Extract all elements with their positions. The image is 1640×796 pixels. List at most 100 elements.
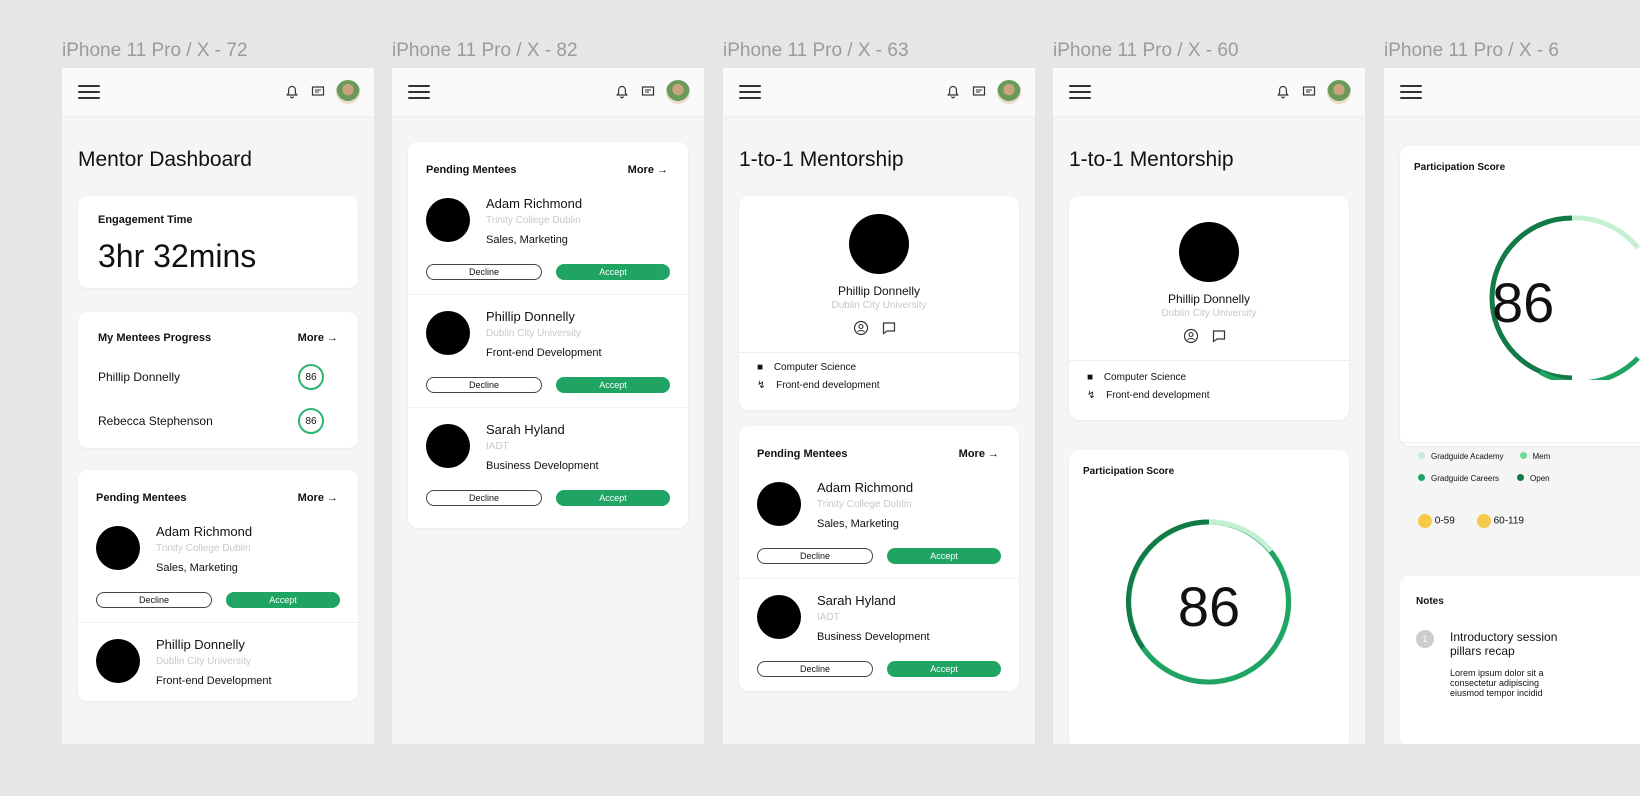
- avatar: [757, 482, 801, 526]
- pin-icon: ↯: [1087, 390, 1096, 401]
- more-link[interactable]: More →: [298, 492, 338, 504]
- progress-title: My Mentees Progress: [98, 332, 212, 344]
- message-icon[interactable]: [1301, 84, 1317, 100]
- decline-button[interactable]: Decline: [96, 592, 212, 608]
- participation-card: Participation Score 86: [1400, 146, 1640, 446]
- mentee-school: Trinity College Dublin: [817, 499, 912, 510]
- profile-card: Phillip Donnelly Dublin City University …: [739, 196, 1019, 410]
- emoji-face-icon: [1476, 514, 1491, 528]
- message-icon[interactable]: [310, 84, 326, 100]
- mentee-name: Phillip Donnelly: [156, 637, 245, 652]
- avatar: [426, 198, 470, 242]
- accept-button[interactable]: Accept: [887, 661, 1001, 677]
- pending-mentees-card: Pending Mentees More → Adam Richmond Tri…: [739, 426, 1019, 691]
- bell-icon[interactable]: [614, 84, 630, 100]
- participation-title: Participation Score: [1414, 162, 1506, 173]
- bell-icon[interactable]: [284, 84, 300, 100]
- interest-label: Front-end development: [1106, 390, 1210, 401]
- note-body: Lorem ipsum dolor sit a: [1450, 668, 1544, 678]
- mentee-field: Sales, Marketing: [486, 234, 568, 246]
- mentees-progress-card: My Mentees Progress More → Phillip Donne…: [78, 312, 358, 448]
- message-icon[interactable]: [971, 84, 987, 100]
- more-link[interactable]: More →: [298, 332, 338, 344]
- engagement-card: Engagement Time 3hr 32mins: [78, 196, 358, 288]
- emoji-face-icon: [1418, 514, 1432, 528]
- menu-icon[interactable]: [408, 85, 430, 99]
- pending-mentees-card: Pending Mentees More → Adam Richmond Tri…: [408, 142, 688, 528]
- frame-title: iPhone 11 Pro / X - 72: [62, 40, 248, 61]
- mentee-name: Rebecca Stephenson: [98, 414, 213, 428]
- mentee-field: Business Development: [486, 460, 599, 472]
- note-title[interactable]: pillars recap: [1450, 644, 1515, 658]
- bell-icon[interactable]: [945, 84, 961, 100]
- score-ranges: 0-59 60-119: [1418, 514, 1524, 528]
- participation-title: Participation Score: [1083, 466, 1175, 477]
- decline-button[interactable]: Decline: [757, 661, 873, 677]
- avatar: [757, 595, 801, 639]
- pin-icon: ↯: [757, 380, 766, 391]
- list-item[interactable]: Phillip Donnelly 86: [98, 364, 324, 390]
- avatar: [849, 214, 909, 274]
- course-row: ■ Computer Science: [1087, 372, 1186, 383]
- phone-frame: Mentor Dashboard Engagement Time 3hr 32m…: [62, 68, 374, 744]
- top-bar: [62, 68, 374, 116]
- frame-title: iPhone 11 Pro / X - 63: [723, 40, 909, 61]
- interest-label: Front-end development: [776, 380, 880, 391]
- mentee-field: Sales, Marketing: [817, 518, 899, 530]
- participation-score: 86: [1177, 575, 1241, 638]
- gauge-arc-light: [1208, 519, 1273, 553]
- frame-title: iPhone 11 Pro / X - 6: [1384, 40, 1559, 61]
- menu-icon[interactable]: [1400, 85, 1422, 99]
- list-item: Phillip Donnelly Dublin City University …: [78, 623, 358, 701]
- note-title[interactable]: Introductory session: [1450, 630, 1557, 644]
- legend-item: Gradguide Academy: [1418, 452, 1504, 461]
- more-link[interactable]: More →: [959, 448, 999, 460]
- profile-icon[interactable]: [1183, 328, 1199, 349]
- page-title: 1-to-1 Mentorship: [1069, 148, 1234, 171]
- message-icon[interactable]: [640, 84, 656, 100]
- range-item: 60-119: [1476, 514, 1524, 528]
- mentee-school: IADT: [817, 612, 840, 623]
- avatar[interactable]: [1327, 80, 1351, 104]
- avatar[interactable]: [666, 80, 690, 104]
- decline-button[interactable]: Decline: [426, 377, 542, 393]
- mentee-school: IADT: [486, 441, 509, 452]
- accept-button[interactable]: Accept: [556, 490, 670, 506]
- pending-mentees-card: Pending Mentees More → Adam Richmond Tri…: [78, 470, 358, 701]
- menu-icon[interactable]: [78, 85, 100, 99]
- chat-icon[interactable]: [1211, 328, 1227, 349]
- score-badge: 86: [298, 408, 324, 434]
- phone-frame: Pending Mentees More → Adam Richmond Tri…: [392, 68, 704, 744]
- engagement-label: Engagement Time: [98, 214, 193, 226]
- menu-icon[interactable]: [1069, 85, 1091, 99]
- chat-icon[interactable]: [881, 320, 897, 341]
- avatar: [1179, 222, 1239, 282]
- mentee-school: Dublin City University: [486, 328, 582, 339]
- profile-name: Phillip Donnelly: [837, 284, 921, 298]
- decline-button[interactable]: Decline: [757, 548, 873, 564]
- list-item[interactable]: Rebecca Stephenson 86: [98, 408, 324, 434]
- profile-icon[interactable]: [853, 320, 869, 341]
- more-link[interactable]: More →: [628, 164, 668, 176]
- course-label: Computer Science: [1103, 372, 1187, 383]
- course-label: Computer Science: [773, 362, 857, 373]
- page-title: 1-to-1 Mentorship: [739, 148, 904, 171]
- avatar: [96, 526, 140, 570]
- decline-button[interactable]: Decline: [426, 490, 542, 506]
- mentee-name: Sarah Hyland: [817, 593, 896, 608]
- avatar[interactable]: [997, 80, 1021, 104]
- mentee-name: Adam Richmond: [486, 196, 583, 211]
- accept-button[interactable]: Accept: [887, 548, 1001, 564]
- menu-icon[interactable]: [739, 85, 761, 99]
- accept-button[interactable]: Accept: [556, 377, 670, 393]
- interest-row: ↯ Front-end development: [757, 380, 880, 391]
- list-item: Sarah Hyland IADT Business Development D…: [408, 408, 688, 528]
- accept-button[interactable]: Accept: [556, 264, 670, 280]
- legend-row: Gradguide Academy Mem: [1418, 452, 1550, 461]
- decline-button[interactable]: Decline: [426, 264, 542, 280]
- legend-row: Gradguide Careers Open: [1418, 474, 1550, 483]
- avatar[interactable]: [336, 80, 360, 104]
- notes-card: Notes 1 Introductory session pillars rec…: [1400, 576, 1640, 744]
- accept-button[interactable]: Accept: [226, 592, 340, 608]
- bell-icon[interactable]: [1275, 84, 1291, 100]
